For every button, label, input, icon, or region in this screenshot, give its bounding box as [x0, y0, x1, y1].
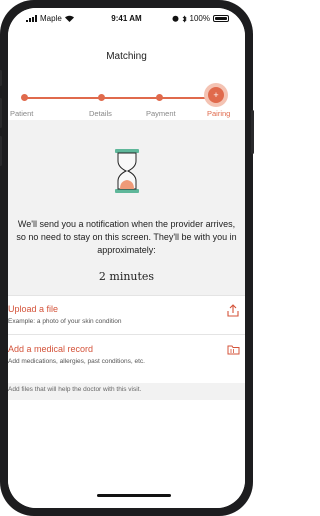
- medical-record-title[interactable]: Add a medical record: [8, 344, 93, 354]
- upload-file-subtitle: Example: a photo of your skin condition: [8, 318, 122, 325]
- status-bar: Maple 9:41 AM 100%: [8, 8, 245, 30]
- eta-value: 2 minutes: [98, 270, 155, 283]
- notification-message: We'll send you a notification when the p…: [16, 219, 237, 255]
- volume-up-button: [0, 98, 2, 128]
- power-button: [251, 110, 254, 154]
- step-label-details[interactable]: Details: [89, 109, 112, 118]
- hourglass-icon: [115, 149, 139, 193]
- upload-icon[interactable]: [227, 304, 239, 317]
- upload-file-row[interactable]: [8, 295, 245, 334]
- step-dot-patient[interactable]: [21, 94, 28, 101]
- step-dot-payment[interactable]: [156, 94, 163, 101]
- footer-note: Add files that will help the doctor with…: [8, 386, 142, 393]
- bluetooth-icon: [182, 14, 187, 23]
- step-label-pairing[interactable]: Pairing: [207, 109, 230, 118]
- folder-icon[interactable]: [227, 345, 240, 355]
- nav-bar: Matching: [8, 30, 245, 120]
- medical-record-subtitle: Add medications, allergies, past conditi…: [8, 358, 145, 365]
- step-label-patient[interactable]: Patient: [10, 109, 33, 118]
- waiting-section: [8, 120, 245, 290]
- phone-frame: Maple 9:41 AM 100% Matching + Patient De…: [0, 0, 254, 516]
- page-title: Matching: [106, 51, 147, 62]
- progress-track: [25, 97, 215, 99]
- home-indicator[interactable]: [97, 494, 171, 497]
- bottom-area: [8, 400, 245, 508]
- plus-icon: +: [208, 87, 224, 103]
- screen: Maple 9:41 AM 100% Matching + Patient De…: [8, 8, 245, 508]
- battery-percent: 100%: [189, 14, 210, 23]
- battery-icon: [213, 15, 229, 22]
- step-dot-details[interactable]: [98, 94, 105, 101]
- mute-switch: [0, 70, 2, 86]
- upload-file-title[interactable]: Upload a file: [8, 304, 58, 314]
- step-label-payment[interactable]: Payment: [146, 109, 176, 118]
- volume-down-button: [0, 136, 2, 166]
- step-dot-pairing[interactable]: +: [204, 83, 228, 107]
- alarm-icon: [172, 15, 179, 22]
